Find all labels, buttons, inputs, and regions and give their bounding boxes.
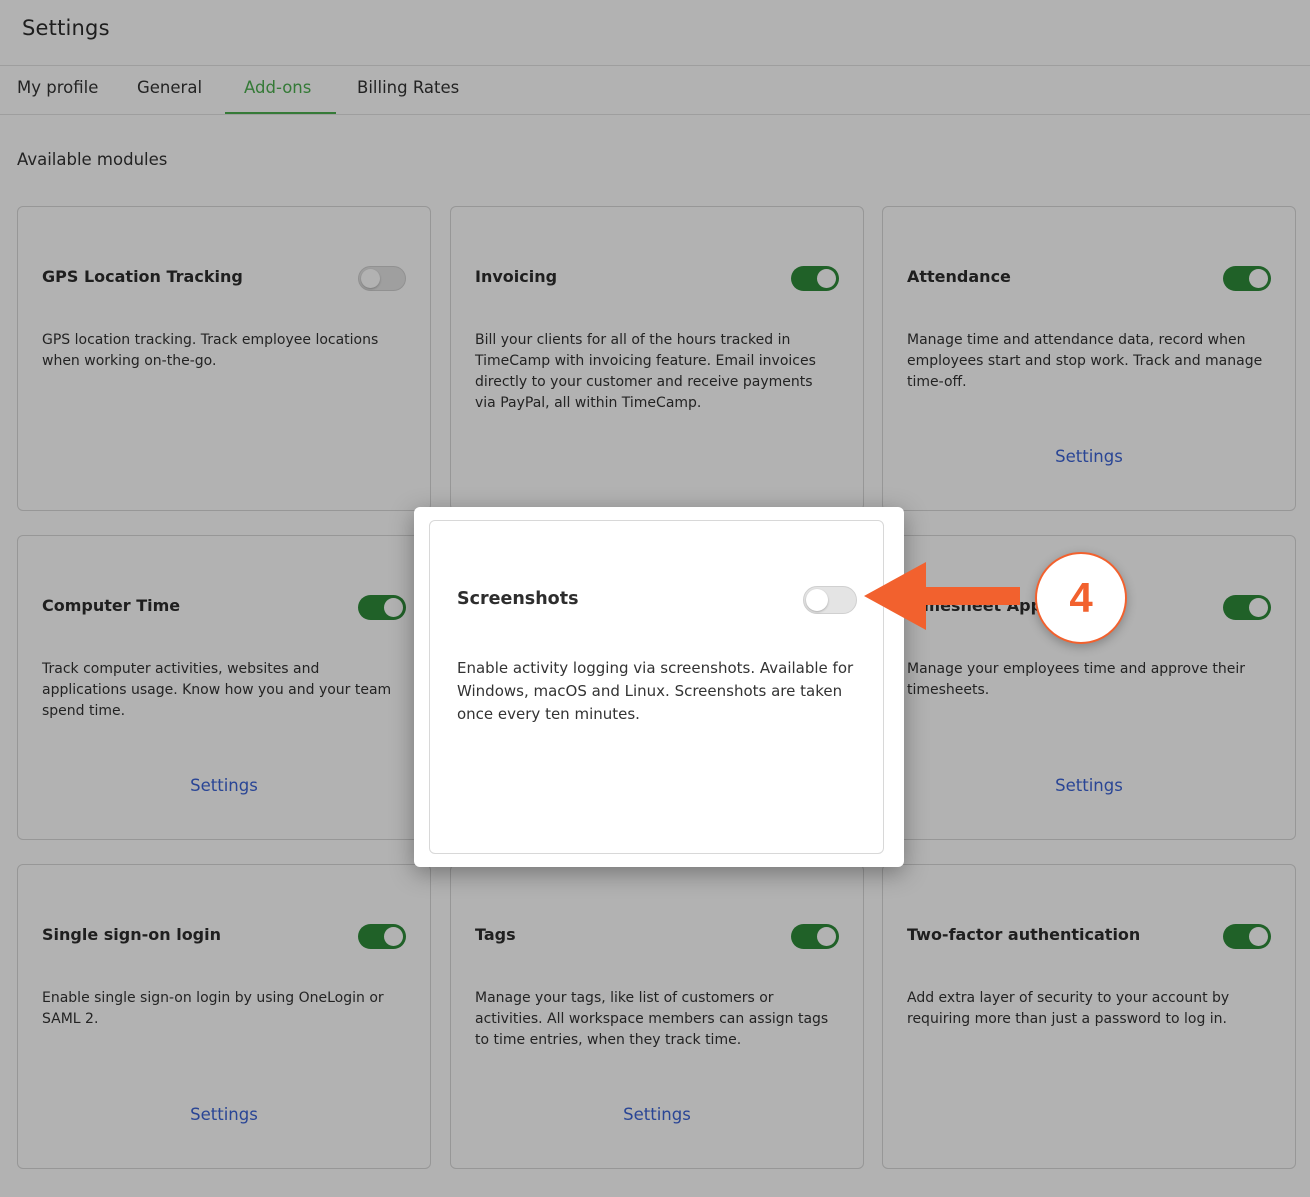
arrow-left-icon xyxy=(864,562,1020,630)
step-callout-badge: 4 xyxy=(1035,552,1127,644)
module-toggle-screenshots[interactable] xyxy=(803,586,857,614)
highlight-popup: Screenshots Enable activity logging via … xyxy=(414,507,904,867)
module-description: Enable activity logging via screenshots.… xyxy=(457,659,854,723)
module-title: Screenshots xyxy=(457,589,579,609)
toggle-knob xyxy=(806,589,828,611)
module-card-screenshots: Screenshots Enable activity logging via … xyxy=(429,520,884,854)
